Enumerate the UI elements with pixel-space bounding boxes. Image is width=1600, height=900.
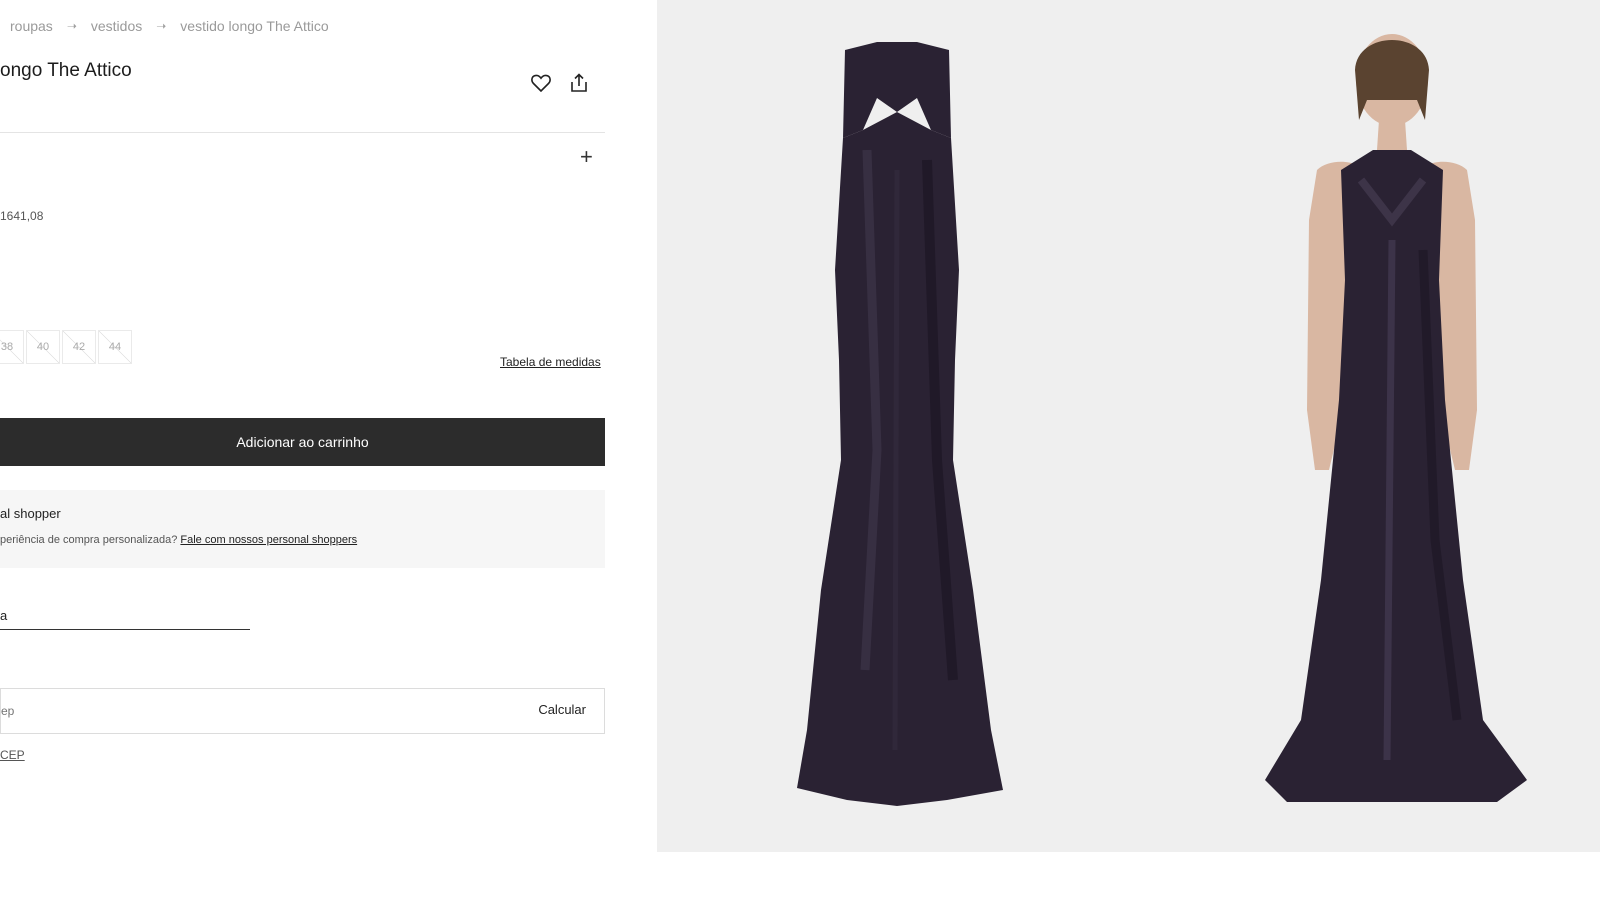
dress-model-image[interactable]: [1257, 20, 1527, 820]
add-to-cart-button[interactable]: Adicionar ao carrinho: [0, 418, 605, 466]
personal-shopper-box: al shopper periência de compra personali…: [0, 490, 605, 568]
product-info-panel: roupas ➝ vestidos ➝ vestido longo The At…: [0, 0, 640, 900]
size-table-link[interactable]: Tabela de medidas: [500, 355, 601, 369]
product-title: ongo The Attico: [0, 60, 132, 81]
size-option-38[interactable]: 38: [0, 330, 24, 364]
plus-icon[interactable]: +: [580, 146, 593, 168]
size-selector: 38 40 42 44: [0, 330, 132, 364]
dress-front-image[interactable]: [777, 30, 1017, 810]
breadcrumb-item-current[interactable]: vestido longo The Attico: [180, 18, 328, 34]
personal-shopper-text: periência de compra personalizada? Fale …: [0, 534, 357, 546]
calculate-button[interactable]: Calcular: [538, 702, 586, 717]
delivery-tab[interactable]: a: [0, 608, 250, 630]
size-option-44[interactable]: 44: [98, 330, 132, 364]
cep-input[interactable]: [1, 689, 481, 733]
personal-shopper-description: periência de compra personalizada?: [0, 534, 178, 546]
find-cep-link[interactable]: CEP: [0, 748, 25, 762]
heart-icon: [531, 74, 551, 92]
size-option-40[interactable]: 40: [26, 330, 60, 364]
share-button[interactable]: [568, 72, 590, 94]
installment-price: 1641,08: [0, 209, 44, 223]
wishlist-button[interactable]: [530, 72, 552, 94]
breadcrumb-item-vestidos[interactable]: vestidos: [91, 18, 142, 34]
product-gallery: [657, 0, 1600, 852]
size-option-42[interactable]: 42: [62, 330, 96, 364]
share-icon: [571, 73, 587, 92]
personal-shopper-link[interactable]: Fale com nossos personal shoppers: [180, 534, 357, 546]
arrow-right-icon: ➝: [156, 19, 167, 33]
product-actions: [530, 72, 590, 94]
cep-form: Calcular: [0, 688, 605, 734]
breadcrumb-item-roupas[interactable]: roupas: [10, 18, 53, 34]
section-divider: [0, 132, 605, 133]
personal-shopper-title: al shopper: [0, 506, 61, 521]
arrow-right-icon: ➝: [66, 19, 77, 33]
breadcrumb: roupas ➝ vestidos ➝ vestido longo The At…: [10, 18, 329, 34]
